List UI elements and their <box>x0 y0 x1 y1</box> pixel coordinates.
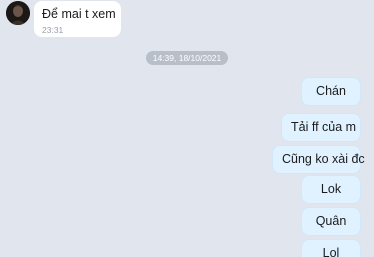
avatar-image <box>6 1 30 25</box>
chat-conversation: Để mai t xem 23:31 14:39, 18/10/2021 Chá… <box>0 0 374 257</box>
outgoing-message-bubble[interactable]: Quân <box>301 207 361 236</box>
date-separator: 14:39, 18/10/2021 <box>146 51 228 65</box>
outgoing-message-bubble[interactable]: Chán <box>301 77 361 106</box>
outgoing-message-bubble[interactable]: Lok <box>301 175 361 204</box>
outgoing-message-bubble[interactable]: Cũng ko xài đc <box>272 145 365 174</box>
incoming-message-text: Để mai t xem <box>42 7 116 21</box>
outgoing-message-bubble[interactable]: Lol <box>301 239 361 257</box>
contact-avatar[interactable] <box>6 1 30 25</box>
incoming-message-time: 23:31 <box>42 25 64 35</box>
outgoing-message-bubble[interactable]: Tải ff của m <box>281 113 361 142</box>
incoming-message-bubble[interactable]: Để mai t xem 23:31 <box>34 1 121 37</box>
